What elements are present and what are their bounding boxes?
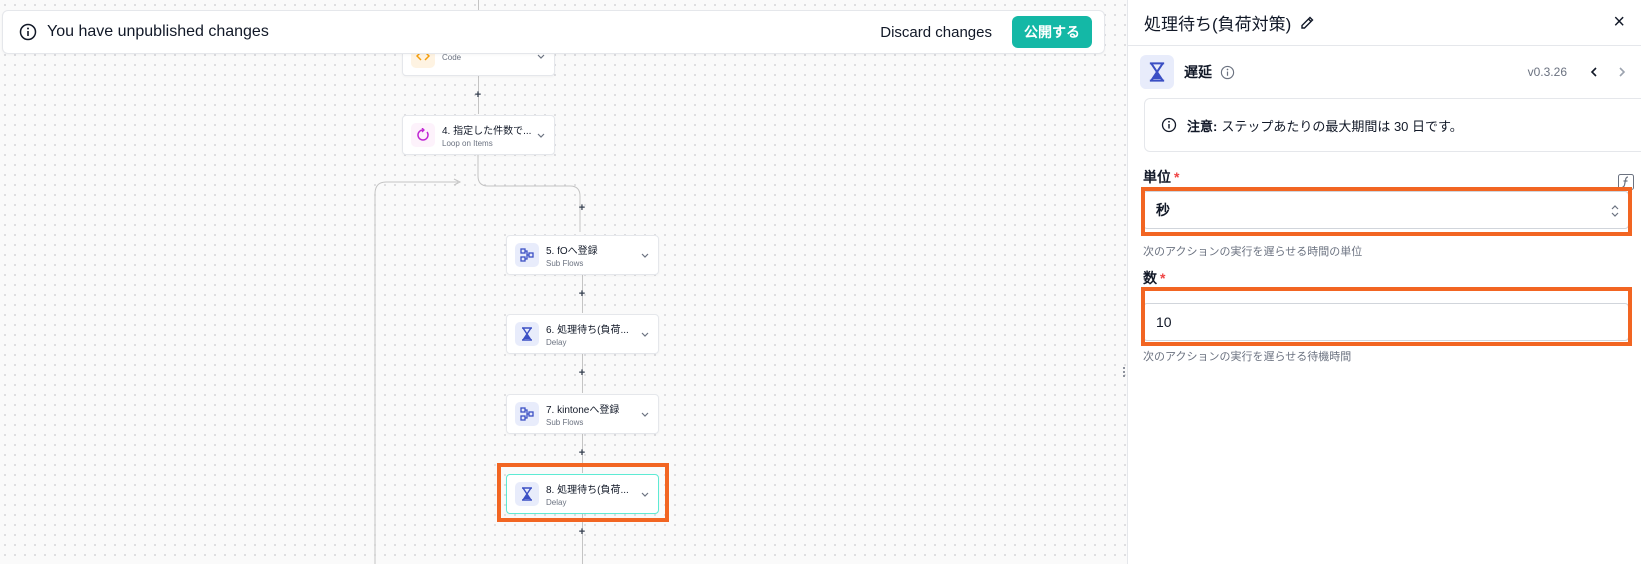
hourglass-icon (1140, 55, 1174, 89)
add-step-plus[interactable]: + (577, 288, 587, 300)
node-title: 6. 処理待ち(負荷... (546, 325, 629, 336)
info-icon (19, 23, 37, 41)
flow-node-delay-6[interactable]: 6. 処理待ち(負荷... Delay (506, 314, 659, 354)
node-subtitle: Loop on Items (442, 139, 493, 148)
unit-label: 単位 * (1143, 169, 1180, 185)
node-subtitle: Sub Flows (546, 259, 584, 268)
step-settings-panel: 処理待ち(負荷対策) × 遅延 v0.3.26 注意: ステップあたりの最大期間… (1127, 0, 1641, 564)
annotation-highlight (1141, 287, 1632, 346)
info-icon[interactable] (1220, 65, 1235, 80)
subflow-icon (515, 243, 539, 267)
unpublished-banner: You have unpublished changes Discard cha… (2, 10, 1105, 54)
pencil-icon[interactable] (1299, 15, 1315, 31)
close-icon[interactable]: × (1613, 11, 1625, 34)
flow-canvas[interactable]: + + + + + + Code 4. 指定した件数で... Loop on I… (0, 0, 1127, 564)
node-title: 5. fOへ登録 (546, 246, 598, 257)
publish-button[interactable]: 公開する (1012, 16, 1092, 48)
node-subtitle: Sub Flows (546, 418, 584, 427)
node-title: 4. 指定した件数で... (442, 126, 532, 137)
flow-node-subflow-kintone[interactable]: 7. kintoneへ登録 Sub Flows (506, 394, 659, 434)
chevron-right-icon[interactable] (1615, 65, 1629, 79)
add-step-plus[interactable]: + (473, 89, 483, 101)
panel-title: 処理待ち(負荷対策) (1144, 15, 1292, 34)
node-title: 7. kintoneへ登録 (546, 405, 620, 416)
action-row: 遅延 v0.3.26 (1128, 46, 1641, 98)
annotation-highlight (1141, 187, 1632, 236)
count-field-label: 数 * (1143, 268, 1165, 288)
flow-node-loop[interactable]: 4. 指定した件数で... Loop on Items (402, 115, 555, 155)
action-name: 遅延 (1184, 64, 1212, 80)
hourglass-icon (515, 322, 539, 346)
node-subtitle: Delay (546, 338, 567, 347)
add-step-plus[interactable]: + (577, 367, 587, 379)
add-step-plus[interactable]: + (577, 447, 587, 459)
info-icon (1161, 117, 1177, 133)
subflow-icon (515, 402, 539, 426)
add-step-plus[interactable]: + (577, 202, 587, 214)
flow-node-subflow-fo[interactable]: 5. fOへ登録 Sub Flows (506, 235, 659, 275)
add-step-plus[interactable]: + (577, 526, 587, 538)
chevron-down-icon[interactable] (640, 409, 650, 419)
unit-help: 次のアクションの実行を遅らせる時間の単位 (1143, 246, 1363, 258)
annotation-highlight (497, 463, 669, 522)
panel-header: 処理待ち(負荷対策) × (1128, 0, 1641, 46)
notice-text: ステップあたりの最大期間は 30 日です。 (1221, 118, 1463, 134)
notice-box: 注意: ステップあたりの最大期間は 30 日です。 (1144, 98, 1641, 152)
unit-field-label: 単位 * (1143, 167, 1179, 187)
banner-message: You have unpublished changes (47, 23, 269, 40)
loop-icon (411, 123, 435, 147)
chevron-down-icon[interactable] (536, 130, 546, 140)
chevron-down-icon[interactable] (640, 329, 650, 339)
count-label: 数 * (1143, 270, 1166, 286)
discard-changes-button[interactable]: Discard changes (880, 24, 992, 41)
version-label: v0.3.26 (1527, 65, 1567, 79)
chevron-left-icon[interactable] (1587, 65, 1601, 79)
notice-label: 注意: (1187, 118, 1218, 134)
edge (478, 0, 479, 10)
chevron-down-icon[interactable] (640, 250, 650, 260)
count-help: 次のアクションの実行を遅らせる待機時間 (1143, 351, 1352, 363)
